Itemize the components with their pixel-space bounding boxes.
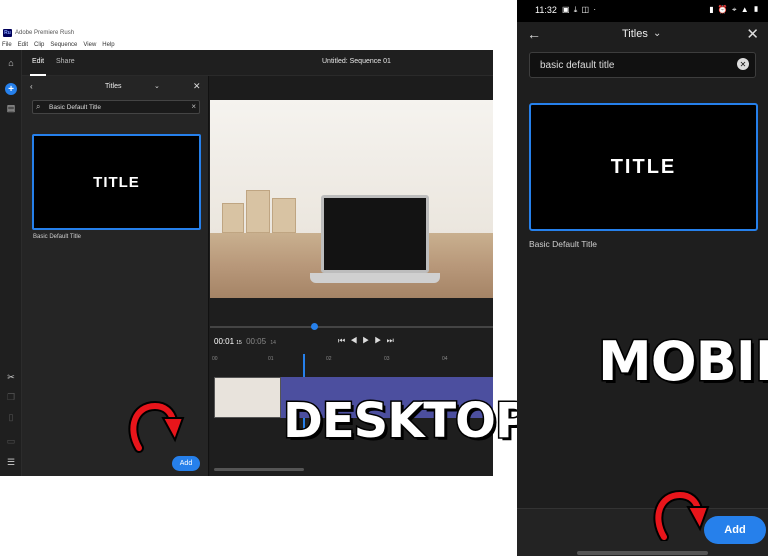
sequence-title: Untitled: Sequence 01 bbox=[322, 58, 391, 65]
menu-clip[interactable]: Clip bbox=[34, 42, 44, 48]
skip-end-icon[interactable]: ⏭ bbox=[387, 336, 399, 345]
video-clip-thumbnail[interactable] bbox=[214, 377, 281, 418]
thumbnail-title-text: TITLE bbox=[93, 173, 140, 191]
program-monitor bbox=[210, 100, 493, 298]
menu-file[interactable]: File bbox=[2, 42, 12, 48]
current-frames: 15 bbox=[236, 340, 242, 346]
menu-edit[interactable]: Edit bbox=[18, 42, 28, 48]
duration-frames: 14 bbox=[270, 340, 276, 346]
ruler-tick: 02 bbox=[326, 356, 332, 362]
tab-share[interactable]: Share bbox=[56, 58, 75, 65]
ruler-tick: 03 bbox=[384, 356, 390, 362]
skip-start-icon[interactable]: ⏮ bbox=[338, 336, 350, 345]
close-icon[interactable]: ✕ bbox=[193, 81, 201, 92]
tracks-list-icon[interactable]: ☰ bbox=[5, 456, 17, 468]
clear-search-icon[interactable]: × bbox=[191, 102, 196, 111]
search-value: Basic Default Title bbox=[49, 104, 102, 111]
composite-screenshot: Ru Adobe Premiere Rush File Edit Clip Se… bbox=[0, 0, 768, 556]
duration-time: 00:05 bbox=[246, 337, 267, 346]
timeline-area: 00:01 15 00:05 14 ⏮◀▶▶⏭ 00 01 02 03 04 bbox=[210, 298, 493, 476]
add-button[interactable]: Add bbox=[704, 516, 766, 544]
timeline-ruler: 00 01 02 03 04 bbox=[210, 354, 493, 366]
titles-search-input[interactable]: basic default title ✕ bbox=[529, 52, 756, 78]
timeline-scrollbar[interactable] bbox=[214, 468, 304, 471]
window-title: Adobe Premiere Rush bbox=[15, 30, 75, 36]
premiere-rush-app-icon: Ru bbox=[3, 29, 12, 37]
laptop-keyboard bbox=[310, 273, 440, 283]
timecode: 00:01 15 00:05 14 bbox=[214, 337, 276, 346]
status-bar: 11:32 ▣ ⤓ ◫ · ▮ ⏰ ⌖ ▲ ▮ bbox=[517, 0, 768, 22]
menu-help[interactable]: Help bbox=[102, 42, 114, 48]
titles-search-input[interactable]: ⌕ Basic Default Title × bbox=[32, 100, 200, 114]
status-notification-icons: ▣ ⤓ ◫ · bbox=[562, 5, 597, 14]
home-icon[interactable]: ⌂ bbox=[5, 57, 17, 69]
mobile-overlay-label: MOBILE bbox=[596, 329, 768, 395]
scissors-icon[interactable]: ✂ bbox=[5, 371, 17, 383]
play-icon[interactable]: ▶ bbox=[362, 336, 374, 345]
window-titlebar: Ru Adobe Premiere Rush bbox=[0, 27, 493, 39]
title-template-label: Basic Default Title bbox=[33, 234, 82, 240]
wooden-house-decor bbox=[222, 203, 244, 233]
status-system-icons: ▮ ⏰ ⌖ ▲ ▮ bbox=[709, 5, 760, 14]
project-assets-icon[interactable]: ▤ bbox=[5, 102, 17, 114]
menu-sequence[interactable]: Sequence bbox=[50, 42, 77, 48]
transport-controls: ⏮◀▶▶⏭ bbox=[338, 336, 399, 346]
search-icon: ⌕ bbox=[36, 102, 41, 111]
search-value: basic default title bbox=[540, 60, 615, 71]
titles-header-title: Titles bbox=[622, 28, 648, 40]
menu-view[interactable]: View bbox=[83, 42, 96, 48]
clear-search-icon[interactable]: ✕ bbox=[737, 58, 749, 70]
titles-panel-title: Titles bbox=[105, 83, 122, 90]
home-indicator bbox=[577, 551, 708, 555]
ruler-tick: 04 bbox=[442, 356, 448, 362]
track-icon[interactable]: ▭ bbox=[5, 435, 17, 447]
titles-header: ← Titles ⌄ ✕ bbox=[517, 22, 768, 48]
status-time: 11:32 bbox=[535, 5, 557, 15]
thumbnail-title-text: TITLE bbox=[610, 155, 677, 178]
scrub-handle[interactable] bbox=[311, 323, 318, 330]
add-media-icon[interactable]: + bbox=[5, 83, 17, 95]
desktop-overlay-label: DESKTOP bbox=[281, 392, 531, 451]
title-template-thumbnail[interactable]: TITLE bbox=[529, 103, 758, 231]
chevron-down-icon[interactable]: ⌄ bbox=[653, 28, 661, 39]
delete-icon[interactable]: ▯ bbox=[5, 411, 17, 423]
add-button[interactable]: Add bbox=[172, 456, 200, 471]
red-curved-arrow-icon bbox=[128, 400, 185, 453]
current-time: 00:01 bbox=[214, 337, 235, 346]
ruler-tick: 01 bbox=[268, 356, 274, 362]
tab-edit[interactable]: Edit bbox=[29, 58, 47, 76]
scrub-bar[interactable] bbox=[210, 326, 493, 328]
duplicate-icon[interactable]: ❐ bbox=[5, 391, 17, 403]
wooden-house-decor bbox=[272, 198, 296, 233]
title-template-thumbnail[interactable]: TITLE bbox=[32, 134, 201, 230]
titles-panel-header: ‹ Titles ⌄ ✕ bbox=[22, 76, 209, 98]
wooden-house-decor bbox=[246, 190, 270, 233]
top-bar: Edit Share Untitled: Sequence 01 bbox=[22, 50, 493, 76]
laptop-screen bbox=[321, 195, 429, 273]
back-arrow-icon[interactable]: ← bbox=[527, 26, 541, 42]
ruler-tick: 00 bbox=[212, 356, 218, 362]
menu-bar: File Edit Clip Sequence View Help bbox=[0, 39, 493, 50]
mobile-app: 11:32 ▣ ⤓ ◫ · ▮ ⏰ ⌖ ▲ ▮ ← Titles ⌄ ✕ bas… bbox=[517, 0, 768, 556]
step-forward-icon[interactable]: ▶ bbox=[374, 336, 386, 345]
red-curved-arrow-icon bbox=[653, 489, 710, 541]
close-icon[interactable]: ✕ bbox=[746, 25, 759, 43]
back-chevron-icon[interactable]: ‹ bbox=[30, 82, 33, 91]
title-template-label: Basic Default Title bbox=[529, 239, 598, 249]
step-back-icon[interactable]: ◀ bbox=[350, 336, 362, 345]
left-rail: ⌂ + ▤ ✂ ❐ ▯ ▭ ☰ bbox=[0, 50, 22, 476]
chevron-down-icon[interactable]: ⌄ bbox=[154, 82, 160, 90]
